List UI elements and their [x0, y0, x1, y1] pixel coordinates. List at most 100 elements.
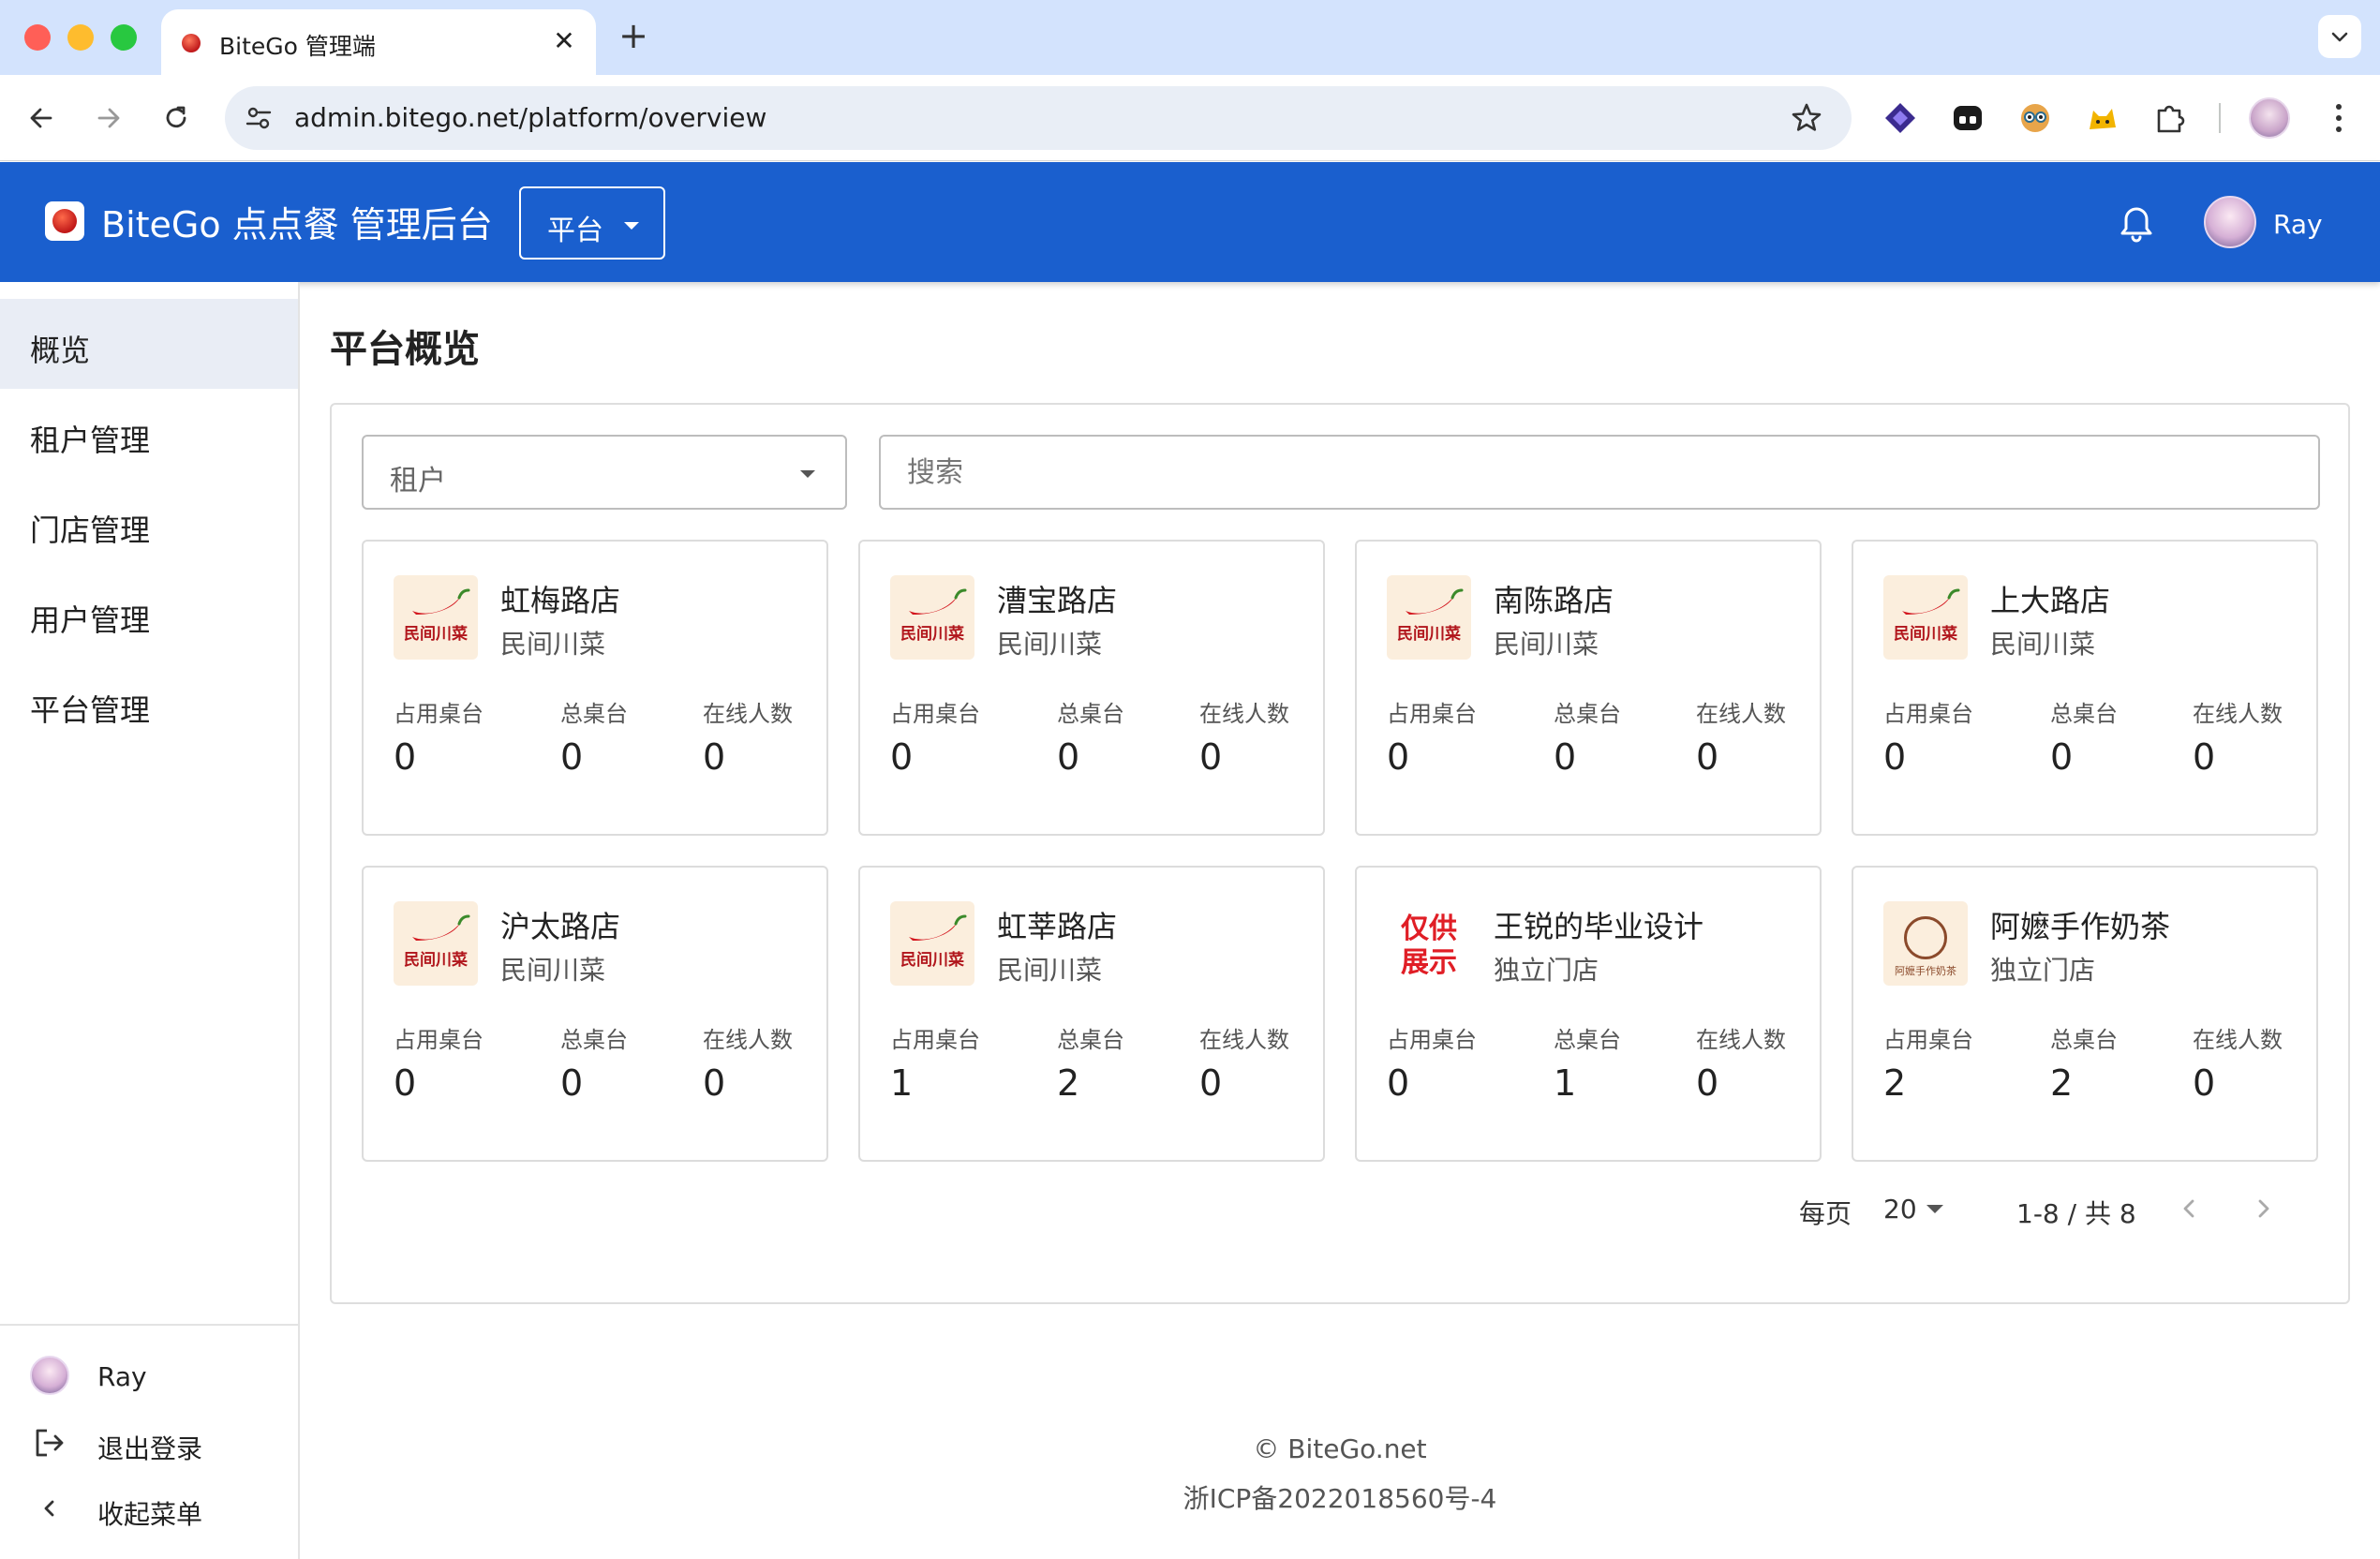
store-name: 虹莘路店	[997, 909, 1118, 944]
tab-search-button[interactable]	[2318, 15, 2361, 58]
store-logo-text: 民间川菜	[900, 951, 964, 970]
sidebar-item-tenants[interactable]: 租户管理	[0, 389, 298, 479]
stat-value-online-count: 0	[2193, 736, 2216, 778]
new-tab-button[interactable]: +	[615, 17, 652, 54]
stat-label-total-tables: 总桌台	[1554, 701, 1621, 727]
store-logo-text: 仅供 展示	[1401, 913, 1457, 979]
pager-next-button[interactable]	[2243, 1188, 2284, 1229]
stat-label-total-tables: 总桌台	[1554, 1027, 1621, 1053]
window-minimize-button[interactable]	[67, 24, 94, 51]
sidebar-user[interactable]: Ray	[0, 1343, 298, 1408]
browser-tab[interactable]: BiteGo 管理端 ✕	[161, 9, 596, 75]
url-text[interactable]: admin.bitego.net/platform/overview	[294, 102, 766, 133]
pager-per-page-label: 每页	[1799, 1198, 1852, 1229]
tab-title: BiteGo 管理端	[219, 33, 376, 60]
stat-value-online-count: 0	[2193, 1062, 2216, 1104]
header-user-name[interactable]: Ray	[2273, 209, 2323, 240]
stat-label-online-count: 在线人数	[2193, 701, 2283, 727]
forward-button[interactable]	[86, 96, 131, 141]
store-type: 民间川菜	[997, 955, 1103, 986]
sidebar-item-stores[interactable]: 门店管理	[0, 479, 298, 569]
store-name: 阿嬷手作奶茶	[1990, 909, 2171, 944]
store-card[interactable]: 民间川菜 南陈路店 民间川菜 占用桌台 0 总桌台 0 在线人数 0	[1355, 540, 1822, 836]
chevron-left-icon	[2183, 1199, 2194, 1218]
back-button[interactable]	[19, 96, 64, 141]
extension-obsidian-icon[interactable]	[1882, 99, 1919, 137]
reload-button[interactable]	[154, 96, 199, 141]
search-input[interactable]	[879, 435, 2320, 510]
store-card[interactable]: 民间川菜 沪太路店 民间川菜 占用桌台 0 总桌台 0 在线人数 0	[362, 866, 828, 1162]
caret-down-icon	[624, 222, 639, 230]
scope-select[interactable]: 平台	[519, 186, 665, 260]
sidebar: 概览 租户管理 门店管理 用户管理 平台管理 Ray 退出登录 收起菜单	[0, 282, 300, 1559]
tenant-select[interactable]: 租户	[362, 435, 847, 510]
sidebar-item-platform[interactable]: 平台管理	[0, 659, 298, 749]
store-card[interactable]: 民间川菜 漕宝路店 民间川菜 占用桌台 0 总桌台 0 在线人数 0	[858, 540, 1325, 836]
page-title: 平台概览	[330, 328, 480, 371]
extensions-puzzle-icon[interactable]	[2151, 99, 2189, 137]
store-card[interactable]: 阿嬷手作奶茶 阿嬷手作奶茶 独立门店 占用桌台 2 总桌台 2 在线人数 0	[1852, 866, 2318, 1162]
extension-cat-icon[interactable]	[2084, 99, 2121, 137]
logout-label: 退出登录	[97, 1433, 203, 1464]
tenant-select-placeholder: 租户	[390, 465, 446, 497]
sidebar-user-avatar	[30, 1356, 69, 1395]
store-logo: 仅供 展示	[1387, 901, 1471, 986]
store-logo: 民间川菜	[890, 575, 974, 660]
store-type: 民间川菜	[500, 629, 606, 660]
stat-value-occupied-tables: 0	[1387, 736, 1410, 778]
pager-prev-button[interactable]	[2168, 1188, 2209, 1229]
store-logo: 民间川菜	[394, 575, 478, 660]
store-type: 独立门店	[1990, 955, 2096, 986]
stat-value-total-tables: 0	[1057, 736, 1080, 778]
pager-per-page-select[interactable]: 20	[1883, 1194, 1917, 1225]
stat-label-online-count: 在线人数	[1199, 701, 1289, 727]
caret-down-icon	[800, 470, 815, 478]
stat-label-occupied-tables: 占用桌台	[890, 701, 980, 727]
stat-label-total-tables: 总桌台	[1057, 701, 1124, 727]
store-logo: 民间川菜	[394, 901, 478, 986]
store-name: 虹梅路店	[500, 583, 621, 618]
back-icon	[30, 108, 52, 128]
address-bar[interactable]: admin.bitego.net/platform/overview	[225, 86, 1852, 150]
user-avatar[interactable]	[2204, 196, 2256, 248]
stat-label-online-count: 在线人数	[703, 701, 793, 727]
chevron-left-icon	[44, 1500, 54, 1517]
site-info-icon[interactable]	[242, 101, 275, 135]
tab-close-icon[interactable]: ✕	[545, 22, 583, 60]
stat-label-online-count: 在线人数	[1696, 701, 1786, 727]
store-card[interactable]: 民间川菜 虹梅路店 民间川菜 占用桌台 0 总桌台 0 在线人数 0	[362, 540, 828, 836]
footer-icp[interactable]: 浙ICP备2022018560号-4	[300, 1478, 2380, 1516]
browser-profile-avatar[interactable]	[2249, 97, 2290, 139]
extension-eyes-icon[interactable]	[2016, 99, 2054, 137]
store-card[interactable]: 仅供 展示 王锐的毕业设计 独立门店 占用桌台 0 总桌台 1 在线人数 0	[1355, 866, 1822, 1162]
window-zoom-button[interactable]	[111, 24, 137, 51]
reload-icon	[166, 106, 186, 128]
caret-down-icon[interactable]	[1925, 1203, 1945, 1216]
logout-button[interactable]: 退出登录	[0, 1410, 298, 1476]
stat-value-total-tables: 0	[1554, 736, 1577, 778]
browser-menu-icon[interactable]	[2320, 97, 2358, 139]
tomato-logo-icon	[52, 209, 77, 233]
chevron-right-icon	[2258, 1199, 2269, 1218]
stat-value-total-tables: 0	[560, 736, 584, 778]
store-logo-text: 民间川菜	[404, 951, 468, 970]
collapse-menu-button[interactable]: 收起菜单	[0, 1476, 298, 1541]
extension-dark-icon[interactable]	[1949, 99, 1986, 137]
stat-value-occupied-tables: 0	[1387, 1062, 1410, 1104]
sidebar-item-users[interactable]: 用户管理	[0, 569, 298, 659]
store-card[interactable]: 民间川菜 虹莘路店 民间川菜 占用桌台 1 总桌台 2 在线人数 0	[858, 866, 1325, 1162]
stat-label-occupied-tables: 占用桌台	[1387, 701, 1477, 727]
store-name: 漕宝路店	[997, 583, 1118, 618]
stat-label-online-count: 在线人数	[1199, 1027, 1289, 1053]
stat-value-occupied-tables: 0	[1883, 736, 1907, 778]
store-card[interactable]: 民间川菜 上大路店 民间川菜 占用桌台 0 总桌台 0 在线人数 0	[1852, 540, 2318, 836]
window-close-button[interactable]	[24, 24, 51, 51]
bookmark-star-icon[interactable]	[1788, 99, 1825, 137]
chili-pepper-icon	[909, 914, 967, 941]
chili-pepper-icon	[412, 588, 470, 615]
store-logo-text: 阿嬷手作奶茶	[1895, 965, 1956, 977]
notification-bell-icon[interactable]	[2116, 203, 2157, 245]
sidebar-item-overview[interactable]: 概览	[0, 299, 298, 389]
stat-label-total-tables: 总桌台	[1057, 1027, 1124, 1053]
store-logo: 民间川菜	[1883, 575, 1968, 660]
